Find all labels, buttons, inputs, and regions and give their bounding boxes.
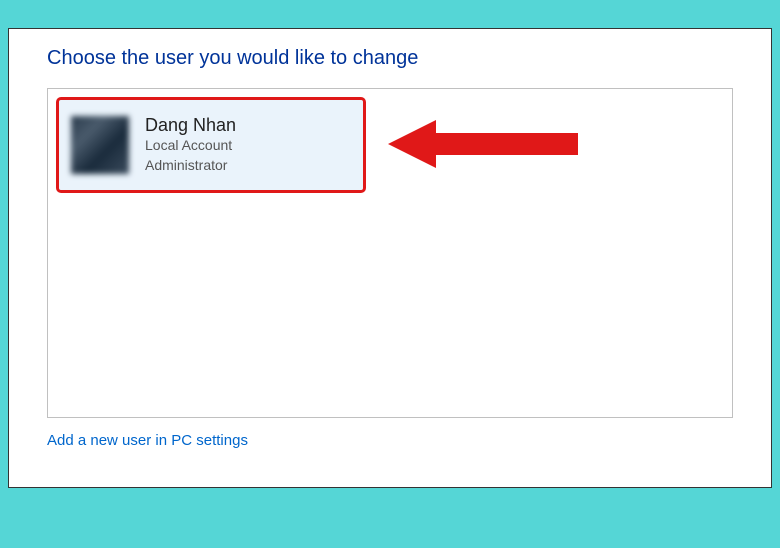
user-role-label: Administrator [145,156,236,176]
user-account-type-label: Local Account [145,136,236,156]
arrow-annotation-icon [388,117,578,171]
add-user-link[interactable]: Add a new user in PC settings [47,432,248,449]
page-title: Choose the user you would like to change [47,47,733,70]
user-name-label: Dang Nhan [145,115,236,136]
user-info: Dang Nhan Local Account Administrator [145,115,236,175]
user-list-container: Dang Nhan Local Account Administrator [47,88,733,418]
user-account-tile[interactable]: Dang Nhan Local Account Administrator [56,97,366,193]
settings-panel: Choose the user you would like to change… [8,28,772,488]
avatar [71,116,129,174]
